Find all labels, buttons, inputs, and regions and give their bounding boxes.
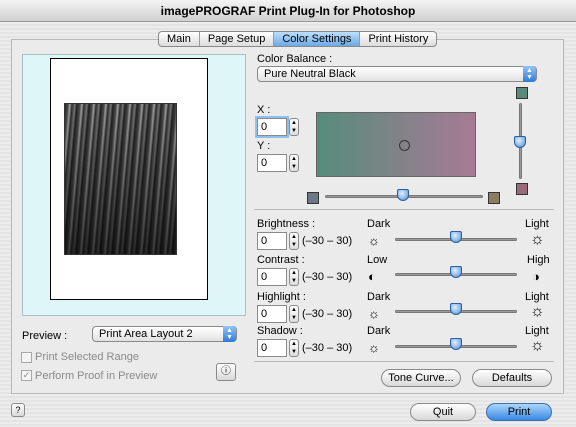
shadow-range: (–30 – 30) (302, 342, 353, 354)
contrast-thumb[interactable] (450, 266, 462, 278)
sun-small-icon: ☼ (368, 340, 380, 355)
color-balance-value: Pure Neutral Black (264, 68, 356, 80)
tab-bar: Main Page Setup Color Settings Print His… (158, 31, 438, 47)
tab-color-settings[interactable]: Color Settings (274, 32, 361, 46)
sun-large-icon: ☼ (530, 231, 545, 248)
highlight-range: (–30 – 30) (302, 308, 353, 320)
shadow-right-label: Light (525, 325, 549, 337)
sun-small-icon: ☼ (368, 306, 380, 321)
y-label: Y : (257, 140, 271, 152)
swatch-green (516, 87, 528, 99)
shadow-left-label: Dark (367, 325, 391, 337)
contrast-left-label: Low (367, 254, 388, 266)
tab-page-setup[interactable]: Page Setup (200, 32, 275, 46)
print-selected-range-checkbox[interactable] (21, 352, 32, 363)
preview-label: Preview : (22, 330, 68, 342)
divider (254, 209, 554, 210)
brightness-input[interactable]: 0 (257, 232, 287, 250)
crosshair-icon (399, 140, 410, 151)
print-selected-range-label: Print Selected Range (35, 351, 139, 363)
info-icon[interactable]: ⓘ (216, 363, 236, 381)
y-input[interactable]: 0 (257, 154, 287, 172)
contrast-low-icon: ◐ (368, 269, 376, 284)
contrast-range: (–30 – 30) (302, 271, 353, 283)
sun-large-icon: ☼ (530, 337, 545, 354)
shadow-input[interactable]: 0 (257, 339, 287, 357)
highlight-label: Highlight : (257, 291, 306, 303)
contrast-input[interactable]: 0 (257, 268, 287, 286)
tone-curve-button[interactable]: Tone Curve... (381, 369, 461, 387)
swatch-olive (488, 192, 500, 204)
brightness-range: (–30 – 30) (302, 235, 353, 247)
quit-button[interactable]: Quit (410, 403, 476, 421)
sun-large-icon: ☼ (530, 303, 545, 320)
chevron-updown-icon: ▲ ▼ (523, 66, 536, 82)
x-slider-thumb[interactable] (397, 189, 409, 201)
brightness-thumb[interactable] (450, 231, 462, 243)
help-button[interactable]: ? (11, 403, 25, 417)
perform-proof-label: Perform Proof in Preview (35, 370, 158, 382)
y-slider-thumb[interactable] (514, 136, 526, 148)
window-title: imagePROGRAF Print Plug-In for Photoshop (0, 0, 576, 22)
highlight-input[interactable]: 0 (257, 305, 287, 323)
highlight-left-label: Dark (367, 291, 391, 303)
preview-select-value: Print Area Layout 2 (99, 328, 193, 340)
brightness-left-label: Dark (367, 218, 391, 230)
shadow-label: Shadow : (257, 325, 303, 337)
swatch-gray-blue (307, 192, 319, 204)
divider (254, 361, 554, 362)
shadow-stepper[interactable]: ▲ ▼ (289, 339, 299, 357)
x-stepper[interactable]: ▲ ▼ (289, 118, 299, 136)
x-input[interactable]: 0 (257, 118, 287, 136)
sun-small-icon: ☼ (368, 233, 380, 248)
color-balance-label: Color Balance : (257, 53, 333, 65)
color-balance-select[interactable]: Pure Neutral Black ▲ ▼ (257, 66, 537, 82)
tab-main[interactable]: Main (159, 32, 200, 46)
color-balance-field[interactable] (316, 112, 476, 177)
brightness-right-label: Light (525, 218, 549, 230)
highlight-stepper[interactable]: ▲ ▼ (289, 305, 299, 323)
preview-photo (64, 103, 177, 255)
chevron-updown-icon: ▲ ▼ (223, 326, 236, 342)
y-stepper[interactable]: ▲ ▼ (289, 154, 299, 172)
brightness-label: Brightness : (257, 218, 316, 230)
highlight-thumb[interactable] (450, 303, 462, 315)
preview-select[interactable]: Print Area Layout 2 ▲ ▼ (92, 326, 237, 342)
defaults-button[interactable]: Defaults (472, 369, 552, 387)
tab-print-history[interactable]: Print History (360, 32, 436, 46)
contrast-high-icon: ◑ (532, 269, 540, 284)
swatch-mauve (516, 183, 528, 195)
contrast-stepper[interactable]: ▲ ▼ (289, 268, 299, 286)
perform-proof-checkbox[interactable]: ✓ (21, 370, 32, 381)
contrast-label: Contrast : (257, 254, 305, 266)
print-button[interactable]: Print (486, 403, 552, 421)
x-label: X : (257, 104, 271, 116)
contrast-right-label: High (527, 254, 550, 266)
brightness-stepper[interactable]: ▲ ▼ (289, 232, 299, 250)
highlight-right-label: Light (525, 291, 549, 303)
shadow-thumb[interactable] (450, 338, 462, 350)
